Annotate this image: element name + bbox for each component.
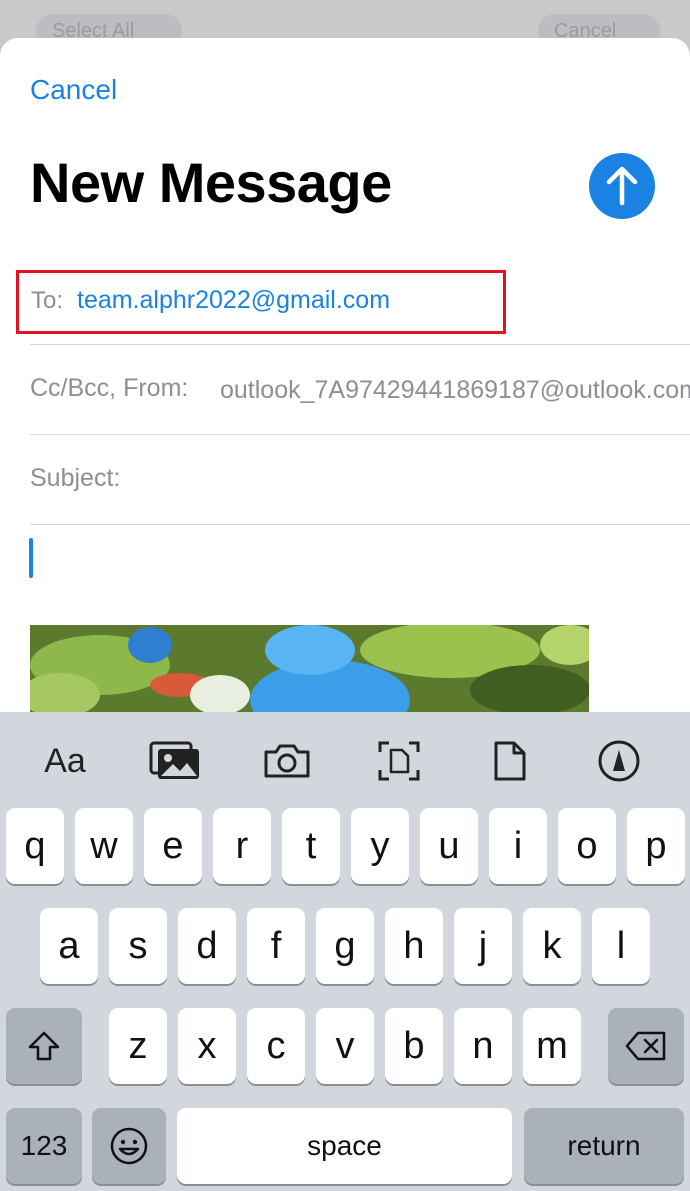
backspace-icon bbox=[625, 1031, 666, 1061]
scan-document-icon[interactable] bbox=[376, 738, 422, 784]
key-o[interactable]: o bbox=[558, 808, 616, 884]
arrow-up-icon bbox=[606, 166, 638, 206]
key-z[interactable]: z bbox=[109, 1008, 167, 1084]
key-j[interactable]: j bbox=[454, 908, 512, 984]
key-s[interactable]: s bbox=[109, 908, 167, 984]
keyboard: Aa q w e r t y u i o p a s d f g h j k l… bbox=[0, 712, 690, 1191]
key-p[interactable]: p bbox=[627, 808, 685, 884]
space-key[interactable]: space bbox=[177, 1108, 512, 1184]
ccbcc-label: Cc/Bcc, From: bbox=[30, 374, 189, 402]
camera-icon[interactable] bbox=[260, 738, 314, 784]
numbers-key[interactable]: 123 bbox=[6, 1108, 82, 1184]
key-a[interactable]: a bbox=[40, 908, 98, 984]
key-r[interactable]: r bbox=[213, 808, 271, 884]
page-title: New Message bbox=[30, 151, 392, 214]
return-key[interactable]: return bbox=[524, 1108, 684, 1184]
key-b[interactable]: b bbox=[385, 1008, 443, 1084]
photo-library-icon[interactable] bbox=[148, 738, 202, 784]
key-q[interactable]: q bbox=[6, 808, 64, 884]
shift-icon bbox=[28, 1031, 60, 1061]
to-recipient[interactable]: team.alphr2022@gmail.com bbox=[77, 286, 390, 315]
key-h[interactable]: h bbox=[385, 908, 443, 984]
divider bbox=[30, 434, 690, 435]
to-field[interactable]: To: team.alphr2022@gmail.com bbox=[16, 270, 506, 334]
format-button[interactable]: Aa bbox=[40, 738, 90, 784]
from-field[interactable]: outlook_7A97429441869187@outlook.com bbox=[220, 376, 690, 405]
key-d[interactable]: d bbox=[178, 908, 236, 984]
key-e[interactable]: e bbox=[144, 808, 202, 884]
markup-icon[interactable] bbox=[596, 738, 642, 784]
key-y[interactable]: y bbox=[351, 808, 409, 884]
key-f[interactable]: f bbox=[247, 908, 305, 984]
divider bbox=[30, 524, 690, 525]
text-cursor bbox=[29, 538, 33, 578]
key-l[interactable]: l bbox=[592, 908, 650, 984]
emoji-key[interactable] bbox=[92, 1108, 166, 1184]
key-k[interactable]: k bbox=[523, 908, 581, 984]
attached-photo[interactable] bbox=[30, 625, 589, 715]
shift-key[interactable] bbox=[6, 1008, 82, 1084]
subject-label: Subject: bbox=[30, 464, 121, 492]
key-v[interactable]: v bbox=[316, 1008, 374, 1084]
key-x[interactable]: x bbox=[178, 1008, 236, 1084]
send-button[interactable] bbox=[589, 153, 655, 219]
key-n[interactable]: n bbox=[454, 1008, 512, 1084]
key-u[interactable]: u bbox=[420, 808, 478, 884]
key-t[interactable]: t bbox=[282, 808, 340, 884]
key-g[interactable]: g bbox=[316, 908, 374, 984]
divider bbox=[30, 344, 690, 345]
key-c[interactable]: c bbox=[247, 1008, 305, 1084]
emoji-icon bbox=[110, 1127, 148, 1165]
key-i[interactable]: i bbox=[489, 808, 547, 884]
to-label: To: bbox=[31, 287, 64, 314]
key-m[interactable]: m bbox=[523, 1008, 581, 1084]
document-icon[interactable] bbox=[490, 738, 530, 784]
delete-key[interactable] bbox=[608, 1008, 684, 1084]
cancel-button[interactable]: Cancel bbox=[30, 74, 117, 106]
key-w[interactable]: w bbox=[75, 808, 133, 884]
